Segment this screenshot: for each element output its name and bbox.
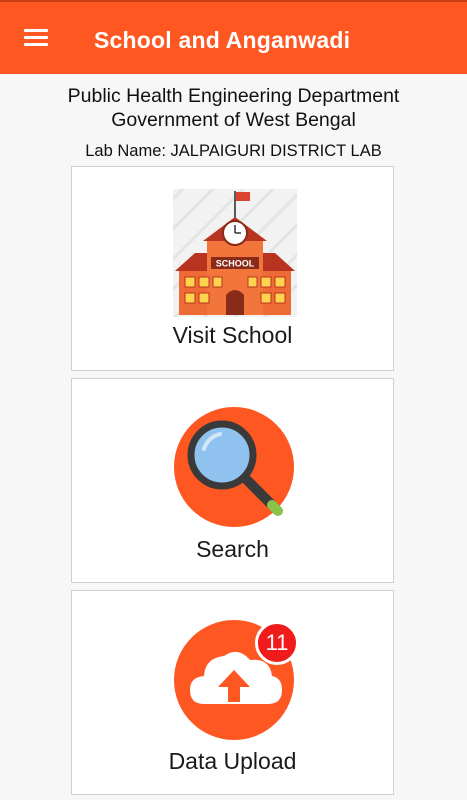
visit-school-card[interactable]: SCHOOL Visit School (71, 166, 394, 371)
school-sign-text: SCHOOL (216, 259, 255, 269)
department-name: Public Health Engineering Department (67, 85, 400, 107)
visit-school-label: Visit School (172, 322, 293, 348)
notification-badge: 11 (255, 621, 299, 665)
app-bar: School and Anganwadi (0, 0, 467, 74)
lab-name: Lab Name: JALPAIGURI DISTRICT LAB (85, 142, 382, 160)
hamburger-menu-icon[interactable] (22, 26, 50, 50)
search-label: Search (196, 536, 269, 562)
government-name: Government of West Bengal (111, 109, 356, 131)
magnifier-search-icon (174, 407, 294, 527)
data-upload-card[interactable]: 11 Data Upload (71, 590, 394, 795)
data-upload-label: Data Upload (168, 748, 297, 774)
app-title: School and Anganwadi (94, 27, 351, 53)
search-card[interactable]: Search (71, 378, 394, 583)
school-building-icon: SCHOOL (161, 177, 315, 331)
